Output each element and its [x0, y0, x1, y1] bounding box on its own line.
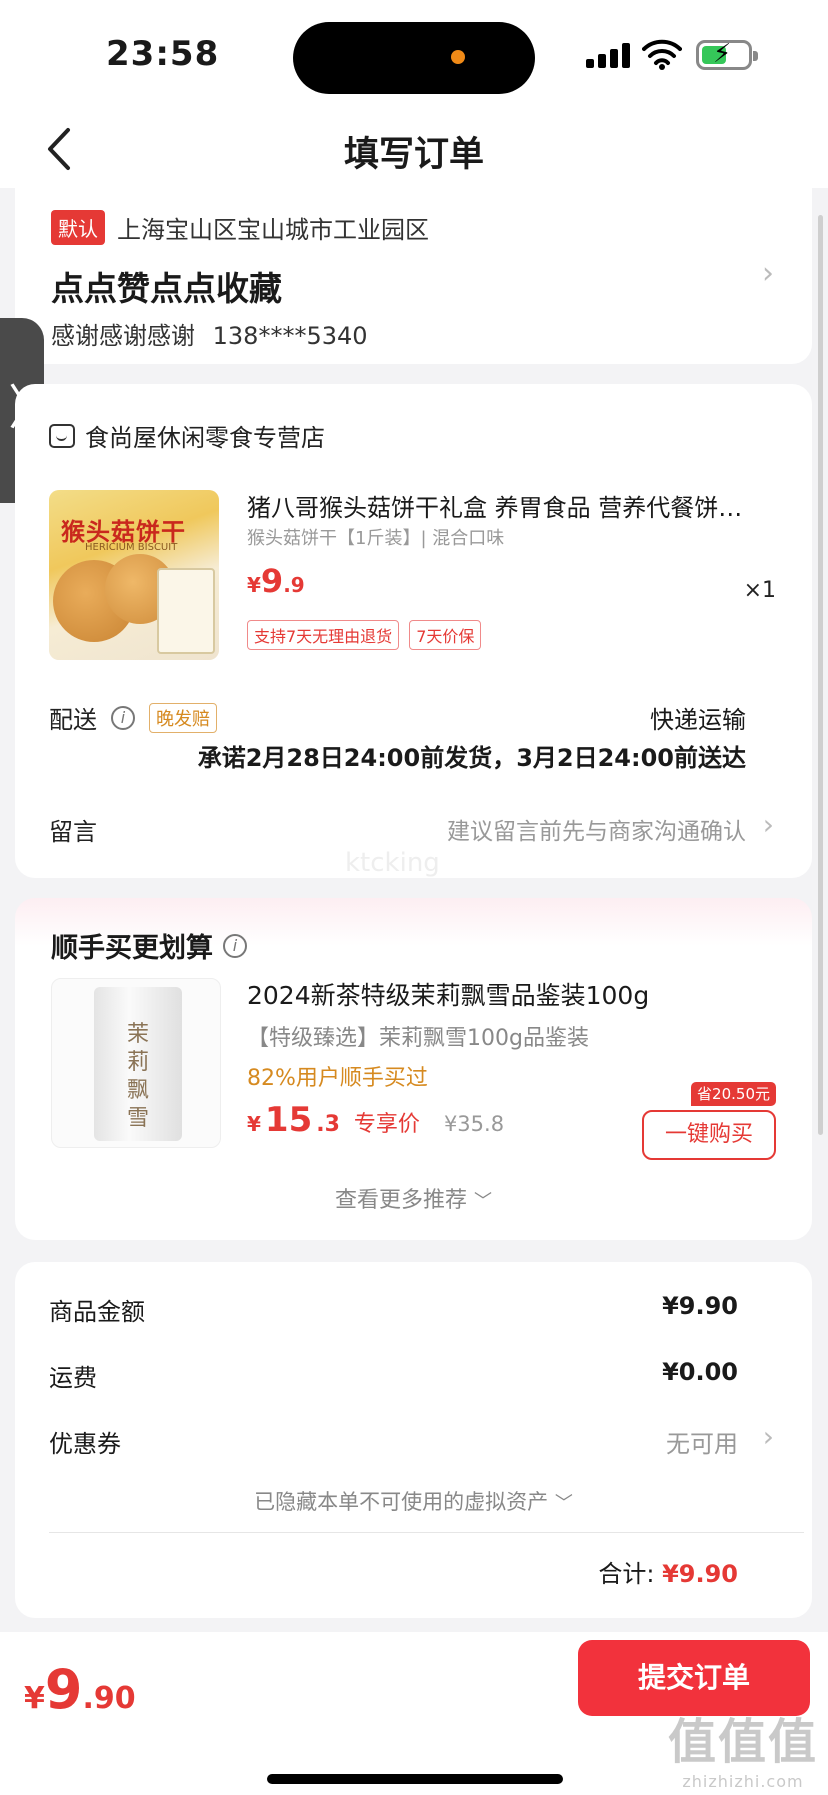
- total-value: ¥9.90: [662, 1560, 738, 1588]
- home-indicator[interactable]: [267, 1774, 563, 1784]
- goods-amount-value: ¥9.90: [662, 1292, 738, 1320]
- exclusive-price-label: 专享价: [353, 1112, 420, 1137]
- promo-tags: 支持7天无理由退货 7天价保: [247, 620, 482, 650]
- delivery-row: 配送 i 晚发赔: [49, 700, 217, 735]
- page-title: 填写订单: [343, 135, 484, 175]
- dynamic-island: [293, 22, 535, 94]
- recording-indicator: [451, 50, 465, 64]
- chevron-right-icon: ›: [762, 1420, 774, 1453]
- bottom-checkout-bar: ¥9.90 提交订单 值值值 zhizhizhi.com: [0, 1632, 828, 1795]
- shipping-label: 运费: [49, 1364, 97, 1392]
- return-policy-tag: 支持7天无理由退货: [247, 620, 400, 650]
- product-image-subtitle: HERICIUM BISCUIT: [85, 542, 178, 553]
- shipping-value: ¥0.00: [662, 1358, 738, 1386]
- more-recommend-link[interactable]: 查看更多推荐 ﹀: [15, 1182, 812, 1214]
- recommend-product-subtitle: 【特级臻选】茉莉飘雪100g品鉴装: [247, 1026, 589, 1051]
- recommend-social-proof: 82%用户顺手买过: [247, 1066, 428, 1091]
- cellular-signal-icon: [586, 42, 630, 68]
- recommend-price: ¥15.3 专享价 ¥35.8: [247, 1100, 505, 1140]
- delivery-method: 快递运输: [650, 706, 746, 734]
- product-price: ¥9.9: [247, 562, 305, 600]
- hidden-assets-toggle[interactable]: 已隐藏本单不可使用的虚拟资产 ﹀: [15, 1486, 812, 1516]
- delivery-label: 配送: [49, 706, 97, 734]
- order-summary-card: 商品金额 ¥9.90 运费 ¥0.00 优惠券 无可用 › 已隐藏本单不可使用的…: [15, 1262, 812, 1618]
- coupon-value: 无可用: [666, 1430, 738, 1458]
- recommend-card: 顺手买更划算 i 茉莉飘雪 2024新茶特级茉莉飘雪品鉴装100g 【特级臻选】…: [15, 898, 812, 1240]
- one-click-buy-button[interactable]: 一键购买: [642, 1110, 776, 1160]
- chevron-down-icon: ﹀: [474, 1191, 492, 1212]
- recommend-product-title[interactable]: 2024新茶特级茉莉飘雪品鉴装100g: [247, 976, 649, 1012]
- contact-info: 感谢感谢感谢 138****5340: [51, 316, 368, 351]
- late-compensation-tag: 晚发赔: [149, 702, 217, 733]
- scrollbar[interactable]: [818, 215, 823, 1135]
- tea-can-label: 茉莉飘雪: [126, 1022, 149, 1131]
- recommend-header: 顺手买更划算 i: [51, 926, 247, 965]
- message-label: 留言: [49, 818, 97, 846]
- coupon-row[interactable]: 优惠券 无可用: [49, 1424, 738, 1459]
- total-label: 合计:: [598, 1560, 655, 1588]
- goods-amount-row: 商品金额 ¥9.90: [49, 1292, 738, 1327]
- chevron-right-icon: ›: [762, 808, 774, 841]
- status-bar: 23:58 ⚡: [0, 0, 828, 110]
- chevron-down-icon: ﹀: [554, 1493, 573, 1514]
- coupon-label: 优惠券: [49, 1430, 121, 1458]
- total-row: 合计: ¥9.90: [598, 1554, 738, 1589]
- address-card[interactable]: 默认 上海宝山区宝山城市工业园区 点点赞点点收藏 感谢感谢感谢 138****5…: [15, 188, 812, 364]
- default-badge: 默认: [51, 210, 105, 245]
- original-price: ¥35.8: [443, 1112, 505, 1136]
- wifi-icon: [642, 39, 682, 70]
- chevron-right-icon: ›: [762, 256, 774, 291]
- store-order-card: 食尚屋休闲零食专营店 猴头菇饼干 HERICIUM BISCUIT 猪八哥猴头菇…: [15, 384, 812, 878]
- message-input[interactable]: 建议留言前先与商家沟通确认: [447, 812, 746, 846]
- store-icon: [49, 423, 75, 448]
- save-badge: 省20.50元: [691, 1082, 776, 1106]
- info-icon[interactable]: i: [111, 705, 135, 730]
- watermark-text: ktcking: [345, 848, 440, 878]
- product-title[interactable]: 猪八哥猴头菇饼干礼盒 养胃食品 营养代餐饼…: [247, 488, 787, 523]
- info-icon[interactable]: i: [223, 933, 247, 958]
- site-watermark: 值值值 zhizhizhi.com: [668, 1714, 819, 1791]
- product-quantity: ×1: [743, 578, 776, 603]
- contact-name: 感谢感谢感谢: [51, 322, 195, 350]
- delivery-promise: 承诺2月28日24:00前发货，3月2日24:00前送达: [197, 744, 746, 772]
- price-protect-tag: 7天价保: [409, 620, 482, 650]
- nav-bar: 填写订单: [0, 110, 828, 188]
- battery-charging-icon: ⚡: [696, 39, 758, 70]
- product-spec[interactable]: 猴头菇饼干【1斤装】| 混合口味: [247, 524, 504, 550]
- address-detail: 点点赞点点收藏: [51, 269, 282, 308]
- product-box-graphic: [157, 568, 215, 654]
- contact-phone: 138****5340: [212, 322, 368, 350]
- goods-amount-label: 商品金额: [49, 1298, 145, 1326]
- shipping-row: 运费 ¥0.00: [49, 1358, 738, 1393]
- status-time: 23:58: [106, 34, 220, 74]
- address-region-line: 默认 上海宝山区宝山城市工业园区: [51, 210, 429, 245]
- bottom-total-price: ¥9.90: [24, 1658, 136, 1721]
- store-name: 食尚屋休闲零食专营店: [85, 424, 325, 452]
- recommend-product-image[interactable]: 茉莉飘雪: [51, 978, 221, 1148]
- store-header[interactable]: 食尚屋休闲零食专营店: [49, 418, 325, 453]
- divider: [49, 1532, 804, 1533]
- address-region: 上海宝山区宝山城市工业园区: [117, 216, 429, 244]
- product-image[interactable]: 猴头菇饼干 HERICIUM BISCUIT: [49, 490, 219, 660]
- recommend-title: 顺手买更划算: [51, 933, 213, 964]
